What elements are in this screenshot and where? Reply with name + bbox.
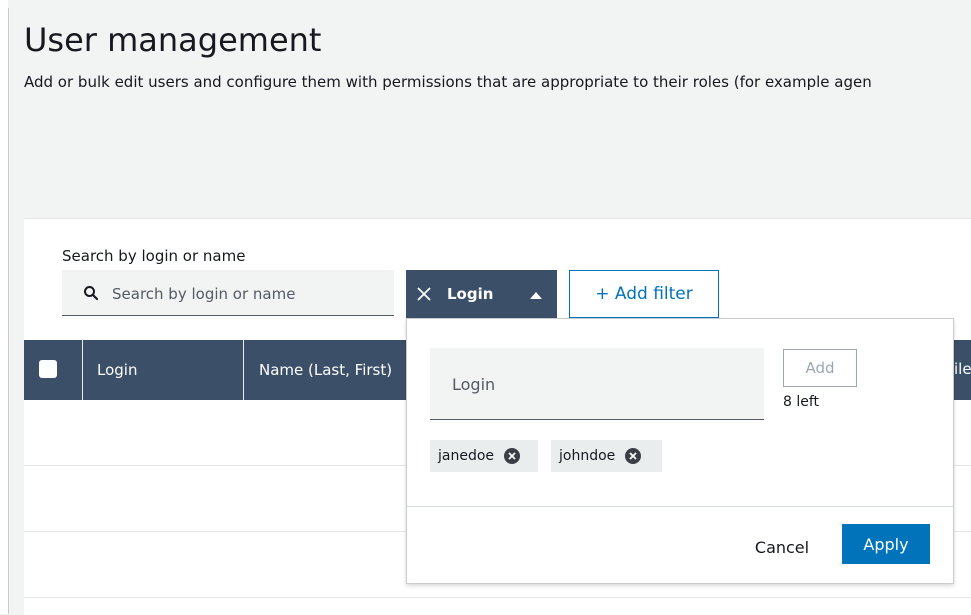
search-label: Search by login or name <box>62 247 246 265</box>
column-header-login[interactable]: Login <box>97 340 137 400</box>
add-value-button[interactable]: Add <box>783 349 857 387</box>
close-icon[interactable] <box>416 286 432 302</box>
window-frame-top <box>8 0 971 8</box>
token-johndoe: johndoe <box>551 440 662 472</box>
caret-up-icon[interactable] <box>529 291 543 299</box>
column-divider <box>82 340 83 400</box>
remove-token-icon[interactable] <box>625 448 642 464</box>
table-row-divider <box>24 597 971 598</box>
column-divider <box>243 340 244 400</box>
popover-divider <box>407 506 953 507</box>
remaining-count: 8 left <box>783 394 820 410</box>
token-label: johndoe <box>559 448 616 464</box>
page-title: User management <box>24 21 322 59</box>
token-janedoe: janedoe <box>430 440 538 472</box>
login-value-input[interactable] <box>452 372 752 396</box>
remove-token-icon[interactable] <box>504 448 521 464</box>
token-label: janedoe <box>438 448 495 464</box>
select-all-checkbox[interactable] <box>39 360 57 378</box>
column-header-clipped: ile <box>954 360 971 378</box>
search-icon <box>84 286 99 301</box>
search-input[interactable] <box>112 278 382 310</box>
add-filter-button[interactable]: + Add filter <box>569 270 719 318</box>
filter-chip-label: Login <box>447 285 494 303</box>
page-description: Add or bulk edit users and configure the… <box>24 73 872 91</box>
window-frame-left <box>0 0 9 614</box>
apply-button[interactable]: Apply <box>842 524 930 564</box>
cancel-button[interactable]: Cancel <box>742 528 822 566</box>
column-header-name[interactable]: Name (Last, First) <box>259 340 392 400</box>
